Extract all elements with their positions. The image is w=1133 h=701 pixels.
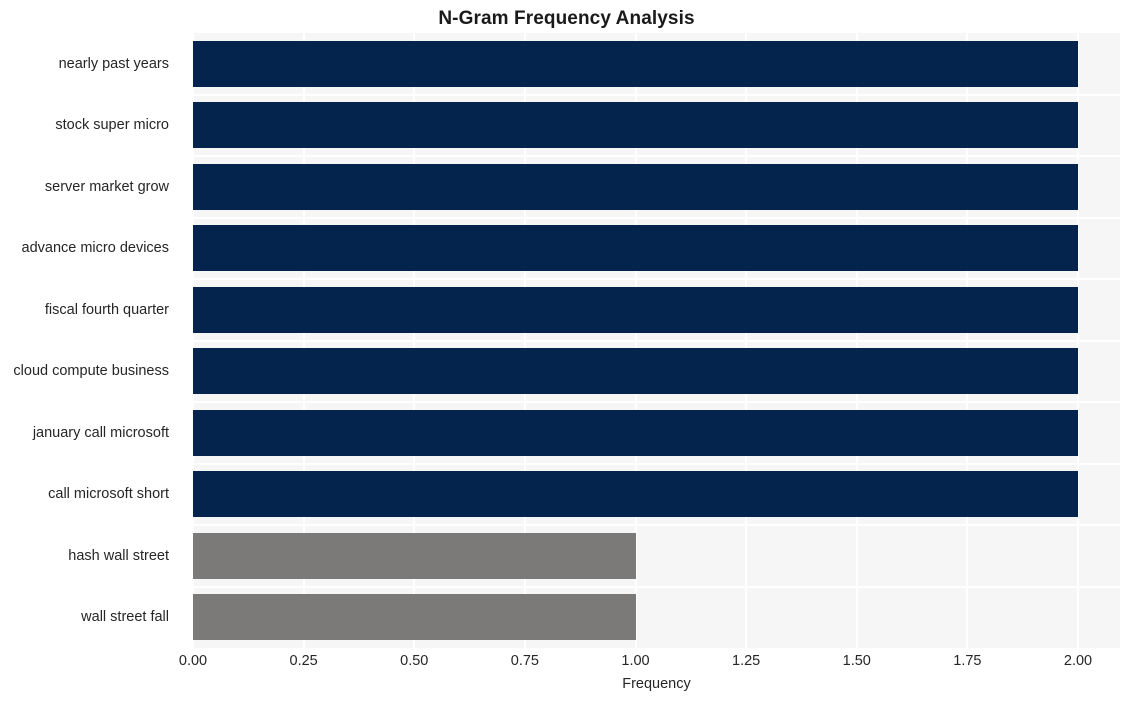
x-axis-tick-label: 1.75 (953, 653, 982, 669)
horizontal-gridline (193, 401, 1120, 403)
y-axis-tick-label: server market grow (44, 178, 169, 195)
horizontal-gridline (193, 216, 1120, 219)
x-axis-tick-label: 0.25 (289, 653, 318, 669)
bar[interactable] (193, 286, 1078, 333)
y-axis-tick-labels: nearly past years stock super micro server… (0, 33, 181, 648)
horizontal-gridline (193, 524, 1120, 526)
x-axis-tick-label: 0.75 (510, 653, 539, 669)
horizontal-gridline (193, 155, 1120, 157)
x-axis-tick-label: 0.00 (178, 653, 208, 669)
y-axis-tick-label: call microsoft short (48, 486, 169, 503)
y-axis-tick-label: stock super micro (55, 117, 169, 134)
bar[interactable] (193, 40, 1078, 87)
bar[interactable] (193, 348, 1078, 395)
y-axis-tick-label: january call microsoft (32, 424, 169, 441)
x-axis-tick-label: 1.00 (621, 653, 650, 669)
bar[interactable] (193, 225, 1078, 272)
y-axis-tick-label: hash wall street (68, 547, 169, 564)
plot-area (193, 33, 1120, 648)
y-axis-tick-label: wall street fall (81, 609, 169, 626)
x-axis-title: Frequency (622, 676, 691, 692)
y-axis-tick-label: cloud compute business (13, 363, 169, 380)
chart-title: N-Gram Frequency Analysis (438, 8, 695, 29)
bar[interactable] (193, 594, 636, 641)
horizontal-gridline (193, 339, 1120, 342)
bar[interactable] (193, 102, 1078, 149)
x-axis-tick-label: 1.50 (842, 653, 871, 669)
horizontal-gridline (193, 93, 1120, 96)
y-axis-tick-label: nearly past years (58, 55, 169, 72)
bar[interactable] (193, 471, 1078, 518)
y-axis-tick-label: advance micro devices (21, 240, 170, 257)
x-axis-tick-label: 0.50 (400, 653, 429, 669)
x-axis-tick-label: 1.25 (732, 653, 761, 669)
bar[interactable] (193, 409, 1078, 456)
bar[interactable] (193, 163, 1078, 210)
horizontal-gridline (193, 462, 1120, 465)
bar[interactable] (193, 532, 636, 579)
x-axis-tick-label: 2.00 (1063, 653, 1093, 669)
y-axis-tick-label: fiscal fourth quarter (44, 301, 169, 318)
horizontal-gridline (193, 585, 1120, 588)
chart-figure: N-Gram Frequency Analysis nearly past ye… (0, 0, 1133, 701)
x-axis-tick-labels: 0.00 0.25 0.50 0.75 1.00 1.25 1.50 1.75 2.00 (179, 651, 1120, 675)
horizontal-gridline (193, 278, 1120, 280)
